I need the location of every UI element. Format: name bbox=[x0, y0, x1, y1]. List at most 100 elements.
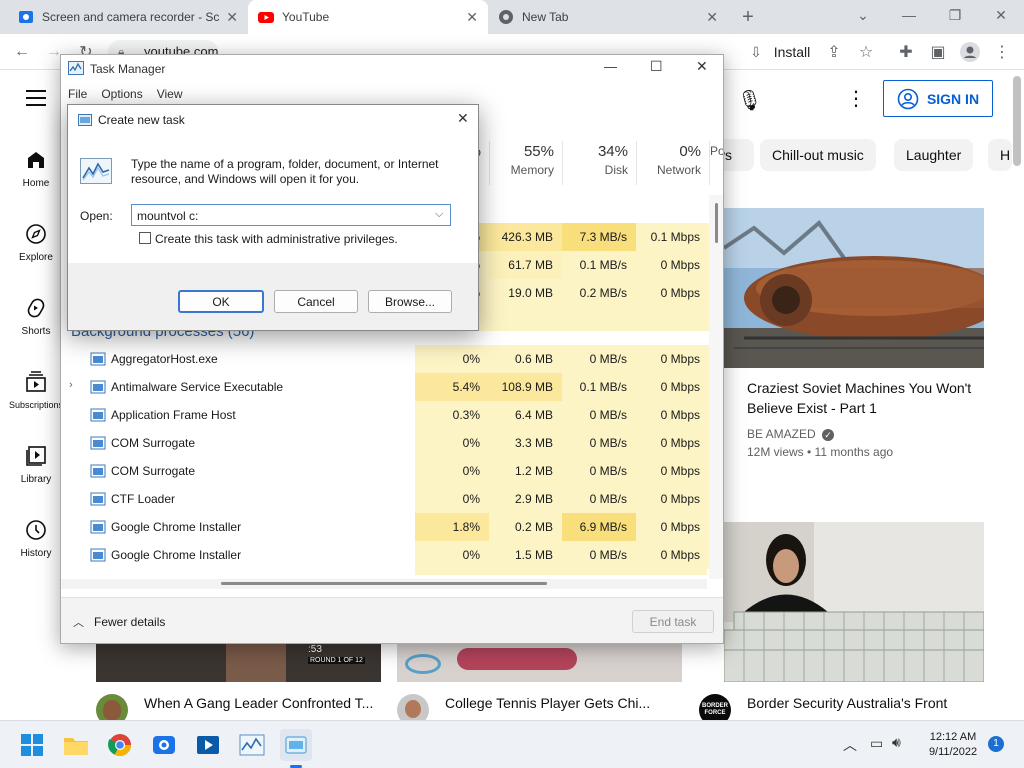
end-task-button[interactable]: End task bbox=[632, 610, 714, 633]
horizontal-scrollbar[interactable] bbox=[61, 579, 707, 589]
open-combobox[interactable]: mountvol c: ⌵ bbox=[131, 204, 451, 226]
table-row[interactable]: COM Surrogate 0% 3.3 MB 0 MB/s 0 Mbps bbox=[61, 429, 709, 457]
cancel-button[interactable]: Cancel bbox=[274, 290, 358, 313]
fewer-details-link[interactable]: Fewer details bbox=[94, 615, 165, 629]
table-row[interactable]: Google Chrome Installer 1.8% 0.2 MB 6.9 MB/… bbox=[61, 513, 709, 541]
tab-screen-recorder[interactable]: Screen and camera recorder - Sc ✕ bbox=[8, 0, 248, 34]
video-thumbnail-cash[interactable] bbox=[724, 522, 984, 682]
task-manager-titlebar[interactable]: Task Manager — ☐ ✕ bbox=[61, 55, 723, 83]
close-window-button[interactable]: ✕ bbox=[696, 58, 708, 75]
column-header-memory[interactable]: 55% Memory bbox=[489, 141, 562, 185]
chip-partial-right[interactable]: H bbox=[988, 139, 1012, 171]
taskbar-task-manager[interactable] bbox=[236, 729, 268, 761]
browse-button[interactable]: Browse... bbox=[368, 290, 452, 313]
taskbar-chrome[interactable] bbox=[104, 729, 136, 761]
chip-laughter[interactable]: Laughter bbox=[894, 139, 974, 171]
back-arrow-icon[interactable]: ← bbox=[8, 34, 36, 70]
side-panel-icon[interactable]: ▣ bbox=[926, 34, 950, 70]
cell-cpu: 0% bbox=[415, 485, 489, 513]
column-header-power[interactable]: Po bbox=[709, 141, 723, 185]
new-tab-button[interactable]: + bbox=[736, 6, 760, 28]
minimize-button[interactable]: — bbox=[604, 59, 617, 74]
cell-gap bbox=[636, 569, 707, 575]
library-icon bbox=[26, 446, 46, 466]
column-header-network[interactable]: 0% Network bbox=[636, 141, 709, 185]
tab-youtube[interactable]: YouTube ✕ bbox=[248, 0, 488, 34]
channel-name[interactable]: BE AMAZED ✓ bbox=[747, 425, 835, 443]
close-icon[interactable]: ✕ bbox=[226, 9, 238, 26]
scrollbar-thumb[interactable] bbox=[221, 582, 547, 585]
open-input[interactable]: mountvol c: bbox=[137, 209, 198, 223]
cell-memory: 0.2 MB bbox=[489, 513, 562, 541]
taskbar-recorder[interactable] bbox=[148, 729, 180, 761]
share-icon[interactable]: ⇪ bbox=[822, 34, 846, 70]
expand-chevron-icon[interactable]: › bbox=[69, 379, 73, 391]
table-row[interactable]: CTF Loader 0% 2.9 MB 0 MB/s 0 Mbps bbox=[61, 485, 709, 513]
shorts-icon bbox=[27, 298, 45, 318]
ok-button[interactable]: OK bbox=[178, 290, 264, 313]
window-title: Task Manager bbox=[90, 62, 166, 76]
account-icon bbox=[897, 88, 919, 109]
microphone-icon[interactable]: 🎙︎ bbox=[737, 88, 762, 113]
network-icon[interactable]: ▭ bbox=[870, 735, 883, 752]
extensions-puzzle-icon[interactable]: ✚ bbox=[894, 34, 918, 70]
table-row[interactable]: › Antimalware Service Executable 5.4% 108.9… bbox=[61, 373, 709, 401]
video-thumbnail-soviet-machines[interactable] bbox=[724, 208, 984, 368]
task-manager-icon bbox=[68, 61, 84, 75]
dialog-title: Create new task bbox=[98, 113, 185, 127]
dropdown-chevron-icon[interactable]: ⌵ bbox=[435, 208, 443, 221]
chevron-up-icon[interactable]: ︿ bbox=[73, 614, 84, 630]
video-thumbnail-tennis[interactable] bbox=[397, 644, 682, 682]
settings-kebab-icon[interactable]: ⋮ bbox=[846, 86, 866, 111]
video-thumbnail-gang-leader[interactable]: :53 ROUND 1 OF 12 bbox=[96, 644, 381, 682]
taskbar-file-explorer[interactable] bbox=[60, 729, 92, 761]
tab-search-icon[interactable]: ⌄ bbox=[840, 0, 886, 30]
bookmark-star-icon[interactable]: ☆ bbox=[854, 34, 878, 70]
table-row[interactable]: Google Chrome Installer 0% 1.5 MB 0 MB/s 0 M… bbox=[61, 541, 709, 569]
tab-new-tab[interactable]: New Tab ✕ bbox=[488, 0, 728, 34]
cell-disk: 0 MB/s bbox=[562, 541, 636, 569]
menu-view[interactable]: View bbox=[157, 83, 183, 105]
maximize-button[interactable]: ☐ bbox=[650, 58, 663, 75]
scrollbar-thumb[interactable] bbox=[715, 203, 718, 243]
admin-privileges-checkbox[interactable] bbox=[139, 232, 151, 244]
clock[interactable]: 12:12 AM 9/11/2022 bbox=[918, 730, 988, 760]
menu-kebab-icon[interactable]: ⋮ bbox=[990, 34, 1014, 70]
video-title[interactable]: Craziest Soviet Machines You Won't Belie… bbox=[747, 378, 987, 418]
cell-memory: 6.4 MB bbox=[489, 401, 562, 429]
chip-chill-out-music[interactable]: Chill-out music bbox=[760, 139, 876, 171]
install-button[interactable]: Install bbox=[772, 34, 812, 70]
close-icon[interactable]: ✕ bbox=[466, 9, 478, 26]
close-window-button[interactable]: ✕ bbox=[978, 0, 1024, 30]
video-title[interactable]: Border Security Australia's Front Line..… bbox=[747, 693, 987, 715]
show-hidden-icons-chevron-icon[interactable]: ︿ bbox=[843, 735, 857, 755]
restore-button[interactable]: ❐ bbox=[932, 0, 978, 30]
open-label: Open: bbox=[80, 209, 113, 223]
video-title[interactable]: College Tennis Player Gets Chi... bbox=[445, 693, 675, 715]
thumb-score: :53 bbox=[308, 644, 322, 655]
install-icon[interactable]: ⇩ bbox=[746, 34, 766, 70]
table-row[interactable]: COM Surrogate 0% 1.2 MB 0 MB/s 0 Mbps bbox=[61, 457, 709, 485]
start-button[interactable] bbox=[16, 729, 48, 761]
table-row[interactable]: AggregatorHost.exe 0% 0.6 MB 0 MB/s 0 Mbps bbox=[61, 345, 709, 373]
column-header-disk[interactable]: 34% Disk bbox=[562, 141, 636, 185]
hamburger-menu-icon[interactable] bbox=[26, 90, 46, 106]
table-row[interactable]: Application Frame Host 0.3% 6.4 MB 0 MB/s 0 … bbox=[61, 401, 709, 429]
notification-badge[interactable]: 1 bbox=[988, 736, 1004, 752]
menu-options[interactable]: Options bbox=[101, 83, 142, 105]
minimize-button[interactable]: — bbox=[886, 0, 932, 30]
sign-in-button[interactable]: SIGN IN bbox=[883, 80, 993, 117]
video-title[interactable]: When A Gang Leader Confronted T... bbox=[144, 693, 374, 715]
taskbar-media-player[interactable] bbox=[192, 729, 224, 761]
process-name: Antimalware Service Executable bbox=[111, 380, 284, 394]
cell-memory: 19.0 MB bbox=[489, 279, 562, 307]
close-icon[interactable]: ✕ bbox=[706, 9, 718, 26]
cell-gap bbox=[636, 307, 709, 331]
taskbar-run[interactable] bbox=[280, 729, 312, 761]
profile-avatar-icon[interactable] bbox=[958, 34, 982, 70]
volume-icon[interactable]: 🔊︎ bbox=[892, 734, 901, 751]
vertical-scrollbar[interactable] bbox=[709, 195, 723, 579]
page-scrollbar[interactable] bbox=[1013, 76, 1021, 166]
dialog-close-button[interactable]: ✕ bbox=[457, 110, 469, 127]
menu-file[interactable]: File bbox=[68, 83, 87, 105]
